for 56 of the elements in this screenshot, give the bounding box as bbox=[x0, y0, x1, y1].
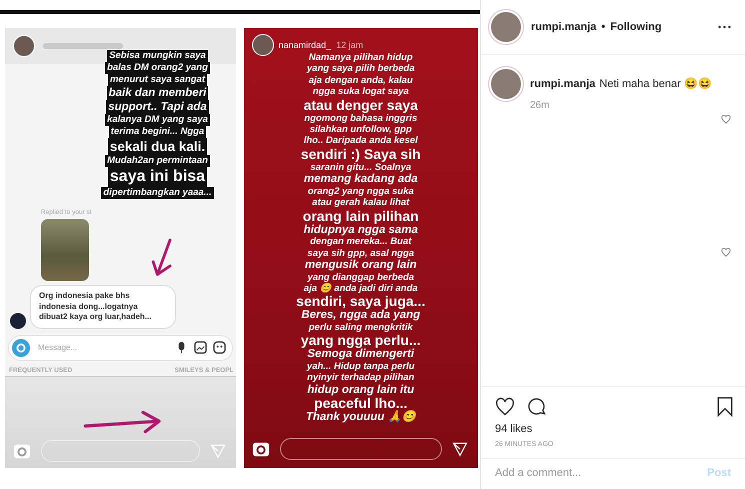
avatar[interactable] bbox=[491, 12, 521, 42]
story-text-line: ngga suka logat saya bbox=[312, 86, 409, 98]
story-text-line: orang lain pilihan bbox=[302, 208, 419, 224]
story-text-line: hidup orang lain itu bbox=[307, 384, 414, 396]
story-time: 12 jam bbox=[336, 40, 364, 50]
comment-time: 26m bbox=[530, 100, 550, 111]
send-icon[interactable] bbox=[452, 441, 468, 457]
story-text-line: orang2 yang ngga suka bbox=[308, 186, 414, 198]
message-bubble: Org indonesia pake bhs indonesia dong...logatnya dibuat2 kaya org luar,hadeh... bbox=[30, 285, 176, 328]
story-text-line: nyinyir terhadap pilihan bbox=[307, 372, 414, 384]
comment-icon[interactable] bbox=[527, 397, 547, 417]
story-text-line: yang ngga perlu... bbox=[300, 333, 421, 348]
story-text-line: sendiri :) Saya sih bbox=[300, 146, 421, 162]
gallery-icon[interactable] bbox=[194, 341, 207, 354]
story-text-line: yang saya pilih berbeda bbox=[306, 63, 415, 75]
story-text-line: peaceful lho... bbox=[314, 396, 408, 412]
heart-icon[interactable] bbox=[495, 397, 515, 417]
comment-text: Neti maha benar 😆😆 bbox=[599, 77, 712, 90]
story-text-line: yang dianggap berbeda bbox=[307, 272, 414, 283]
story-text-line: sendiri, saya juga... bbox=[296, 294, 426, 310]
story-text-line: hidupnya ngga sama bbox=[304, 224, 418, 236]
photo-placeholder bbox=[41, 219, 89, 281]
avatar bbox=[10, 312, 26, 328]
story-text-line: memang kadang ada bbox=[304, 173, 418, 186]
story-text-line: aja dengan anda, kalau bbox=[308, 74, 413, 86]
message-field[interactable]: Message... bbox=[36, 342, 169, 353]
story-text-line: Thank youuuu 🙏😊 bbox=[306, 411, 416, 424]
story-text-line: ngomong bahasa inggris bbox=[304, 112, 418, 124]
avatar[interactable] bbox=[491, 69, 521, 99]
story-text-line: dengan mereka... Buat bbox=[310, 236, 412, 248]
reply-field[interactable] bbox=[280, 438, 442, 460]
story-text-line: perlu saling mengkritik bbox=[308, 322, 413, 334]
story-text-line: aja 😊 anda jadi diri anda bbox=[304, 283, 418, 294]
following-button[interactable]: Following bbox=[610, 21, 662, 33]
more-icon[interactable] bbox=[718, 25, 731, 29]
story-text-line: Beres, ngga ada yang bbox=[301, 309, 420, 322]
avatar bbox=[252, 34, 274, 56]
story-text-line: saya sih gpp, asal ngga bbox=[307, 248, 414, 260]
username-link[interactable]: rumpi.manja bbox=[531, 21, 596, 33]
story-text-line: Namanya pilihan hidup bbox=[308, 52, 413, 64]
camera-icon[interactable] bbox=[252, 440, 270, 458]
story-username: nanamirdad_ bbox=[278, 40, 332, 50]
story-text-line: Semoga dimengerti bbox=[307, 348, 414, 362]
story-text-line: yah... Hidup tanpa perlu bbox=[306, 361, 415, 372]
avatar bbox=[13, 35, 35, 57]
bookmark-icon[interactable] bbox=[715, 397, 735, 417]
likes-count[interactable]: 94 likes bbox=[481, 423, 745, 435]
story-text-line: saranin gitu... Soalnya bbox=[310, 162, 412, 174]
story-text-line: silahkan unfollow, gpp bbox=[310, 124, 412, 136]
story-text-line: lho.. Daripada anda kesel bbox=[304, 135, 418, 147]
story-text-line: atau denger saya bbox=[304, 98, 418, 113]
story-text-line: mengusik orang lain bbox=[304, 259, 417, 272]
separator-dot: • bbox=[601, 21, 606, 33]
sticker-icon[interactable] bbox=[212, 341, 226, 354]
story-text-line: atau gerah kalau lihat bbox=[312, 197, 410, 209]
comment-username[interactable]: rumpi.manja bbox=[530, 78, 596, 90]
